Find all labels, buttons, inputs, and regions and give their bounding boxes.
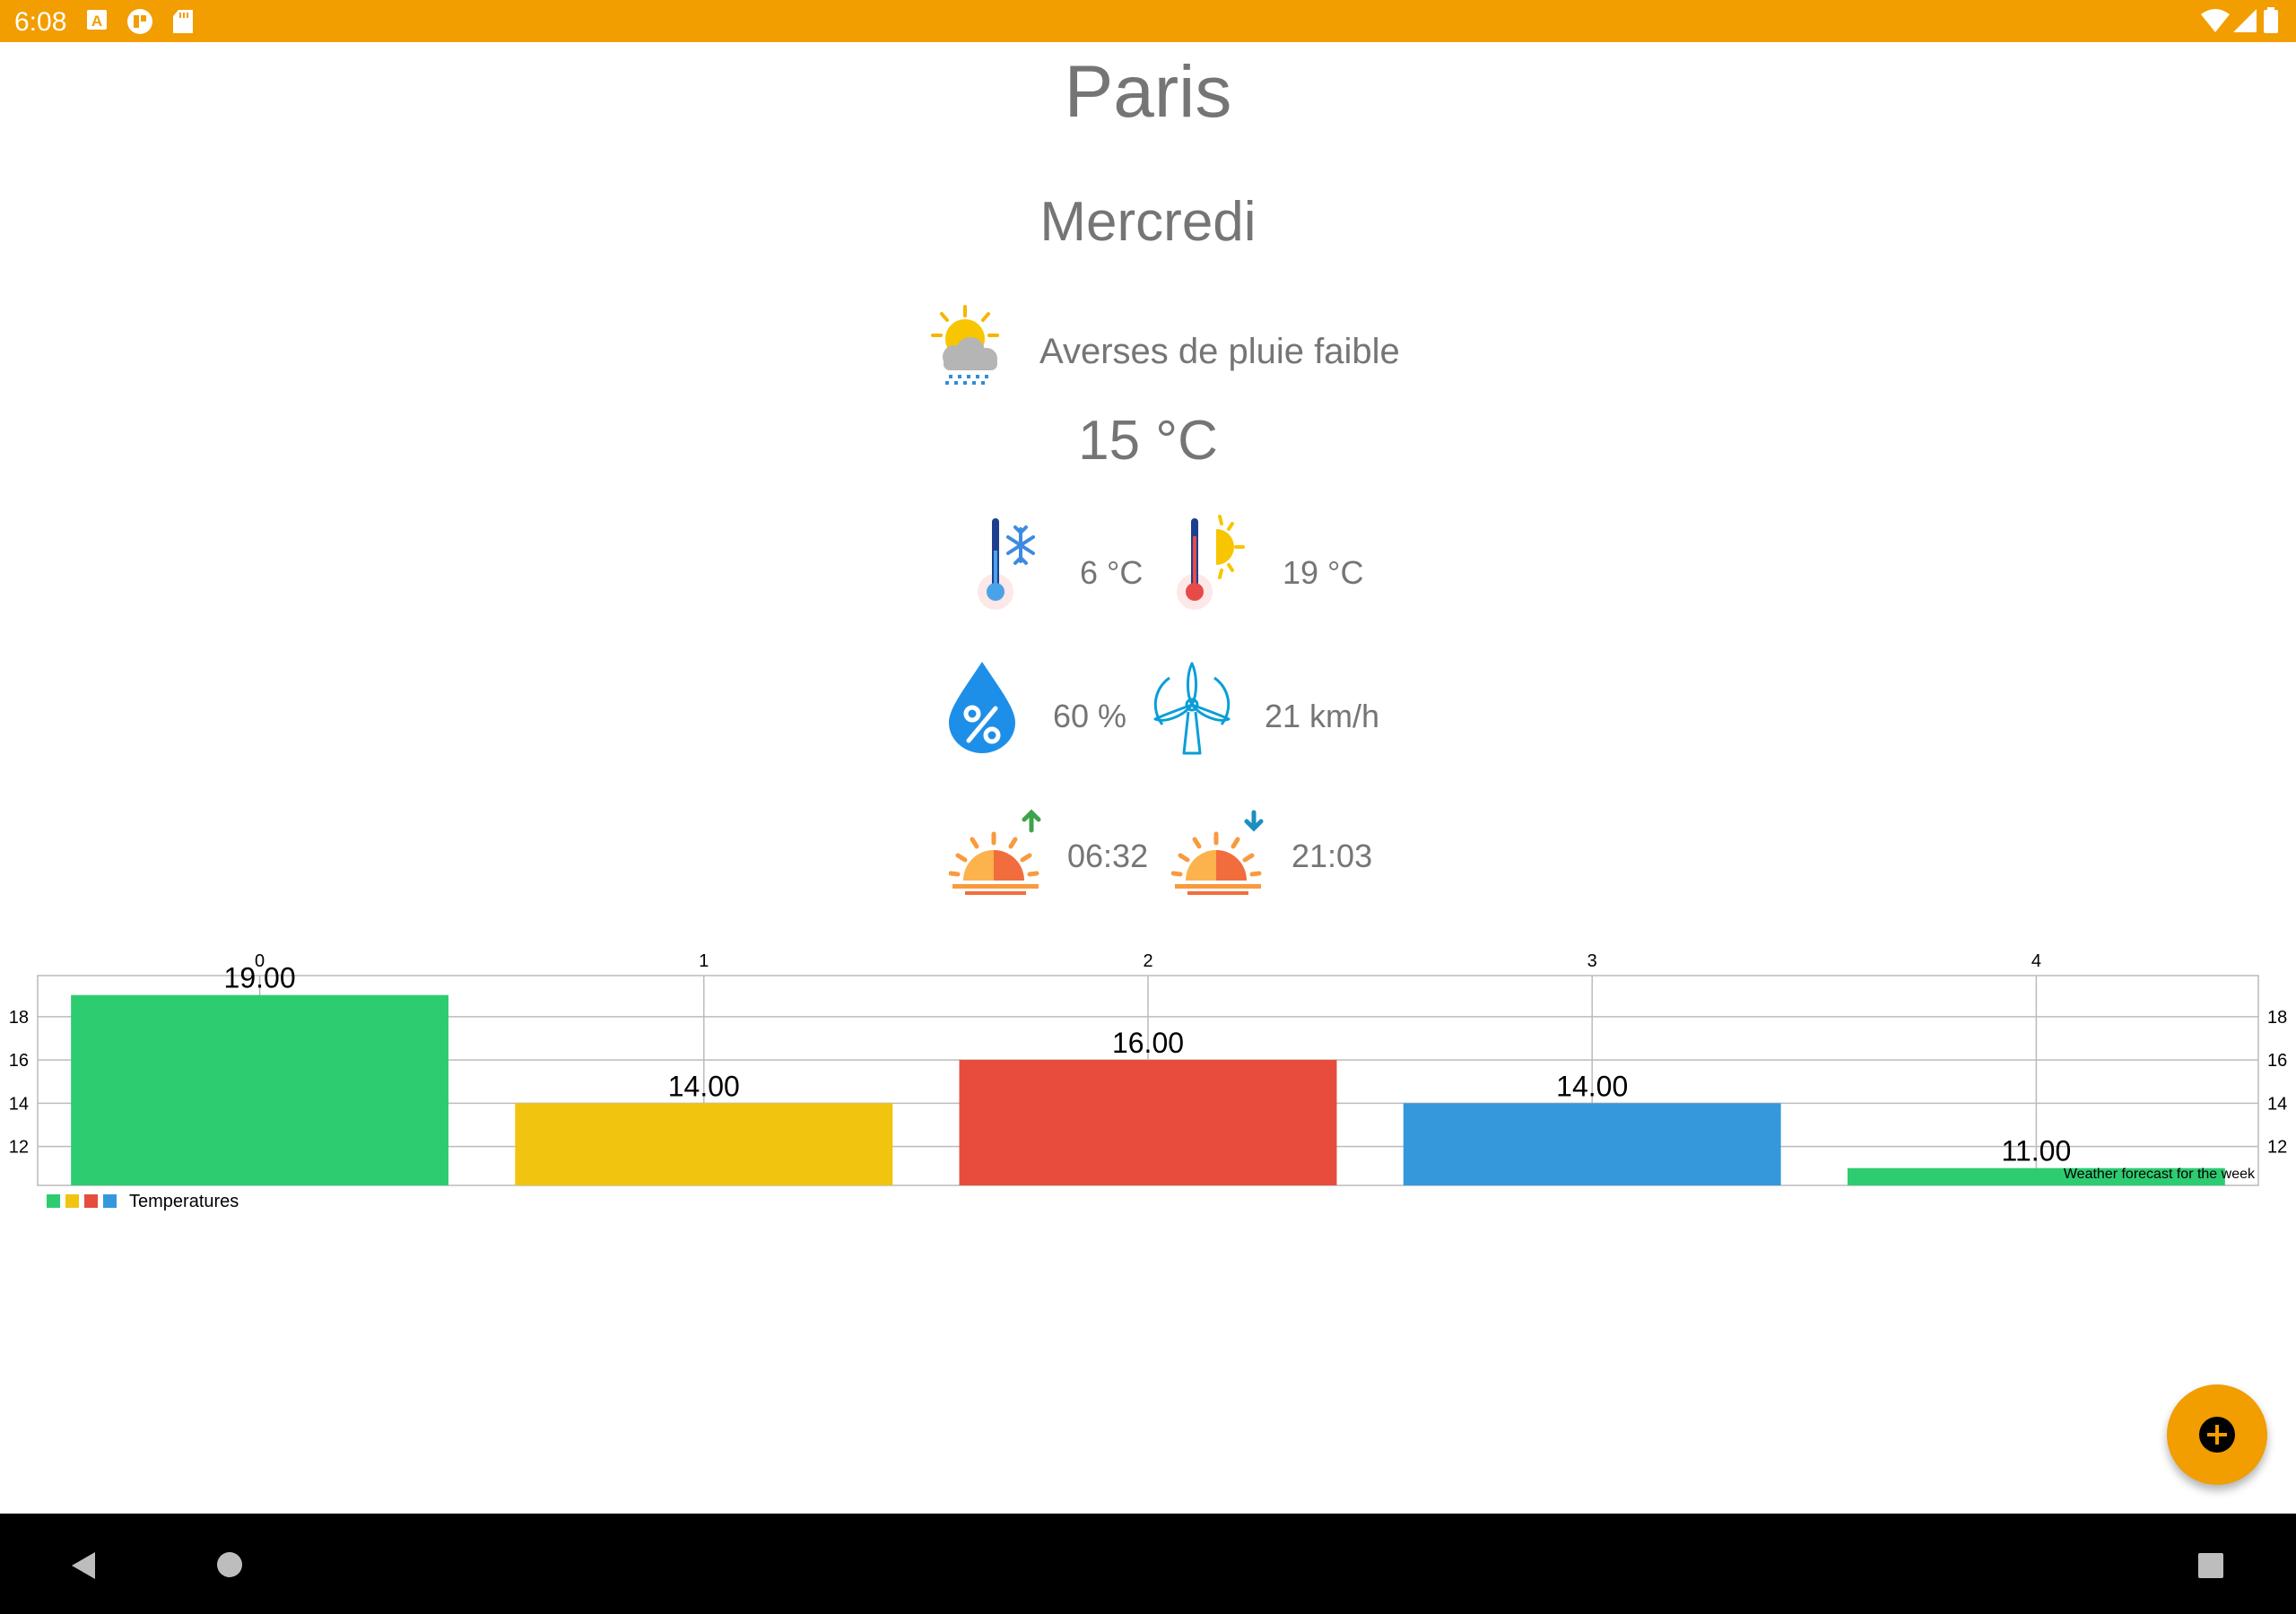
- max-temperature: 19 °C: [1283, 554, 1364, 591]
- x-tick-label: 3: [1587, 951, 1597, 971]
- notification-a-icon: A: [87, 10, 107, 30]
- sunset-icon: [1171, 810, 1264, 895]
- legend-swatch: [65, 1194, 79, 1208]
- legend-swatch: [47, 1194, 60, 1208]
- bar-0: [71, 994, 449, 1185]
- temperature-bar-chart: 12 1214 1416 1618 18019.00114.00216.00314.00…: [9, 951, 2288, 1211]
- bar-2: [959, 1060, 1337, 1185]
- bar-value-label: 14.00: [668, 1070, 740, 1102]
- bar-3: [1403, 1103, 1781, 1185]
- sunrise-icon: [949, 809, 1041, 895]
- x-tick-label: 2: [1143, 951, 1152, 971]
- battery-icon: [2264, 7, 2278, 33]
- bar-value-label: 16.00: [1112, 1027, 1184, 1059]
- x-tick-label: 1: [699, 951, 709, 971]
- sun-cloud-rain-icon: [931, 305, 999, 385]
- y-tick-left: 12: [9, 1138, 29, 1158]
- humidity-drop-icon: [949, 662, 1015, 753]
- legend-swatch: [84, 1194, 98, 1208]
- signal-icon: [2233, 9, 2257, 32]
- y-tick-right: 18: [2267, 1008, 2287, 1028]
- min-temperature: 6 °C: [1080, 554, 1144, 591]
- sunrise-time: 06:32: [1067, 837, 1149, 874]
- add-city-button[interactable]: [2167, 1384, 2267, 1485]
- recents-icon[interactable]: [2197, 1552, 2224, 1579]
- bar-value-label: 14.00: [1556, 1070, 1628, 1102]
- back-icon[interactable]: [70, 1550, 97, 1581]
- y-tick-left: 18: [9, 1008, 29, 1028]
- y-tick-right: 14: [2267, 1094, 2287, 1114]
- navigation-bar: [0, 1514, 2296, 1614]
- x-tick-label: 4: [2031, 951, 2041, 971]
- status-time: 6:08: [14, 7, 67, 37]
- humidity-value: 60 %: [1053, 698, 1127, 734]
- sunset-time: 21:03: [1292, 837, 1373, 874]
- current-temperature: 15 °C: [1078, 410, 1218, 472]
- weather-condition: Averses de pluie faible: [1039, 332, 1400, 371]
- app-icon: [127, 9, 152, 34]
- city-name: Paris: [1064, 51, 1232, 133]
- chart-description: Weather forecast for the week: [2064, 1167, 2256, 1182]
- svg-text:A: A: [91, 13, 102, 30]
- y-tick-right: 12: [2267, 1138, 2287, 1158]
- bar-value-label: 11.00: [2002, 1135, 2072, 1167]
- y-tick-right: 16: [2267, 1051, 2287, 1071]
- legend-swatch: [103, 1194, 117, 1208]
- thermometer-cold-icon: [978, 518, 1035, 610]
- wind-speed: 21 km/h: [1265, 698, 1380, 734]
- wind-turbine-icon: [1153, 662, 1231, 755]
- day-name: Mercredi: [1039, 191, 1257, 253]
- y-tick-left: 14: [9, 1094, 29, 1114]
- home-icon[interactable]: [215, 1550, 244, 1579]
- status-bar: 6:08 A: [0, 0, 2296, 42]
- add-icon: [2199, 1417, 2235, 1453]
- thermometer-hot-icon: [1177, 515, 1245, 610]
- y-tick-left: 16: [9, 1051, 29, 1071]
- sd-card-icon: [173, 10, 193, 33]
- bar-value-label: 19.00: [224, 962, 296, 994]
- wifi-icon: [2201, 9, 2230, 32]
- bar-1: [515, 1103, 893, 1185]
- legend-label: Temperatures: [129, 1192, 239, 1211]
